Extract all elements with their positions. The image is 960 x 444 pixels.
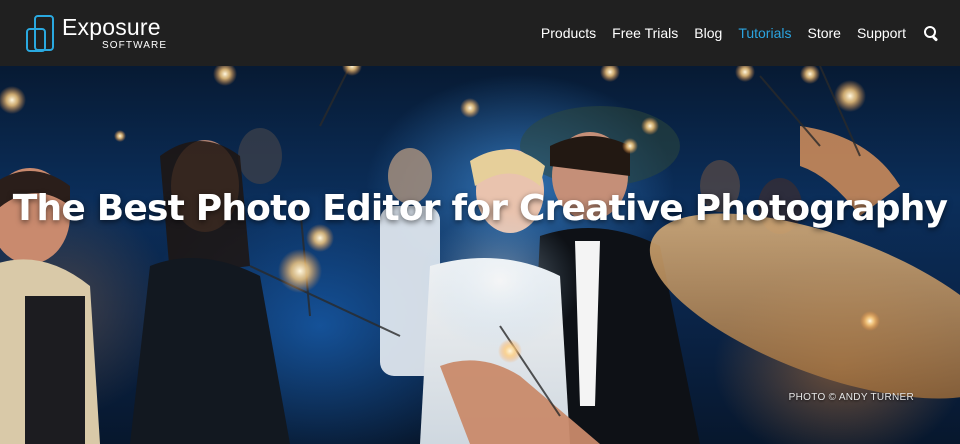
page: Exposure SOFTWARE Products Free Trials B… <box>0 0 960 444</box>
nav-store[interactable]: Store <box>807 25 840 41</box>
logo-mark-icon <box>26 8 54 58</box>
exposure-logo[interactable]: Exposure SOFTWARE <box>26 8 167 58</box>
photo-credit: PHOTO © ANDY TURNER <box>788 392 914 403</box>
nav-support[interactable]: Support <box>857 25 906 41</box>
logo-wordmark: Exposure <box>62 13 161 40</box>
main-nav: Products Free Trials Blog Tutorials Stor… <box>541 0 939 66</box>
nav-products[interactable]: Products <box>541 25 596 41</box>
nav-blog[interactable]: Blog <box>694 25 722 41</box>
hero-title: The Best Photo Editor for Creative Photo… <box>12 188 948 229</box>
nav-tutorials[interactable]: Tutorials <box>738 25 791 41</box>
logo-subtitle: SOFTWARE <box>102 39 168 51</box>
logo-text: Exposure SOFTWARE <box>62 13 168 51</box>
hero-photo <box>0 66 960 444</box>
hero-banner: The Best Photo Editor for Creative Photo… <box>0 66 960 444</box>
site-header: Exposure SOFTWARE Products Free Trials B… <box>0 0 960 66</box>
nav-free-trials[interactable]: Free Trials <box>612 25 678 41</box>
search-icon[interactable] <box>924 26 939 42</box>
